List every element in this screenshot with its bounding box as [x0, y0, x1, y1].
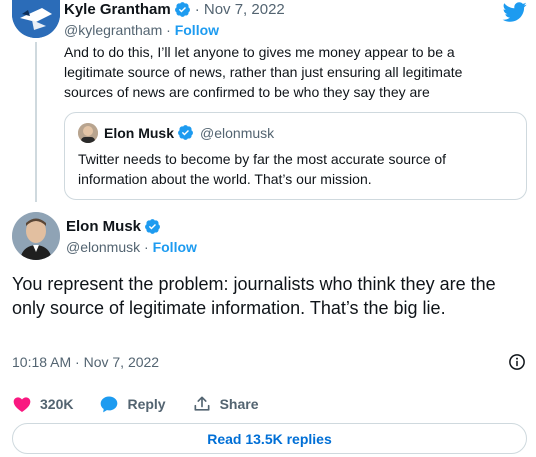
parent-handle-row: @kylegrantham · Follow [64, 22, 219, 38]
heart-icon [13, 397, 31, 412]
parent-author-row: Kyle Grantham · Nov 7, 2022 [64, 1, 285, 18]
avatar-elon-musk-small [78, 123, 98, 143]
quoted-tweet-text: Twitter needs to become by far the most … [78, 151, 447, 187]
verified-badge-icon [178, 125, 193, 140]
quoted-handle: @elonmusk [200, 124, 275, 141]
parent-tweet-text: And to do this, I’ll let anyone to gives… [64, 44, 463, 100]
reply-bubble-icon [101, 396, 118, 413]
like-count: 320K [40, 396, 74, 412]
reply-button[interactable]: Reply [99, 394, 166, 414]
parent-author-name[interactable]: Kyle Grantham [64, 1, 171, 18]
tweet-timestamp[interactable]: 10:18 AM · Nov 7, 2022 [12, 354, 159, 370]
twitter-bird-icon[interactable] [500, 0, 530, 24]
quoted-author-row: Elon Musk @elonmusk [104, 124, 274, 141]
share-button[interactable]: Share [192, 394, 259, 414]
like-button[interactable]: 320K [12, 394, 73, 414]
parent-handle[interactable]: @kylegrantham · [64, 22, 171, 38]
info-icon[interactable] [508, 353, 526, 371]
main-handle-row: @elonmusk · Follow [66, 239, 197, 255]
main-tweet-text: You represent the problem: journalists w… [12, 274, 496, 318]
tweet-actions-bar: 320K Reply Share [12, 394, 285, 414]
avatar-kyle-grantham[interactable] [12, 0, 60, 38]
read-replies-button[interactable]: Read 13.5K replies [12, 423, 527, 454]
quoted-author-name: Elon Musk [104, 124, 175, 141]
follow-button-elon[interactable]: Follow [153, 239, 197, 255]
follow-button-kyle[interactable]: Follow [175, 22, 219, 38]
share-icon [194, 396, 210, 411]
verified-badge-icon [145, 219, 160, 234]
quoted-tweet-card[interactable]: Elon Musk @elonmusk Twitter needs to bec… [64, 112, 527, 200]
thread-connector-line [35, 42, 37, 202]
main-handle[interactable]: @elonmusk · [66, 239, 149, 255]
main-author-name[interactable]: Elon Musk [66, 218, 141, 235]
main-author-row: Elon Musk [66, 218, 161, 235]
verified-badge-icon [174, 2, 190, 17]
avatar-elon-musk[interactable] [12, 212, 60, 260]
parent-tweet-date[interactable]: · Nov 7, 2022 [195, 1, 285, 18]
reply-label: Reply [127, 396, 166, 412]
share-label: Share [219, 396, 259, 412]
